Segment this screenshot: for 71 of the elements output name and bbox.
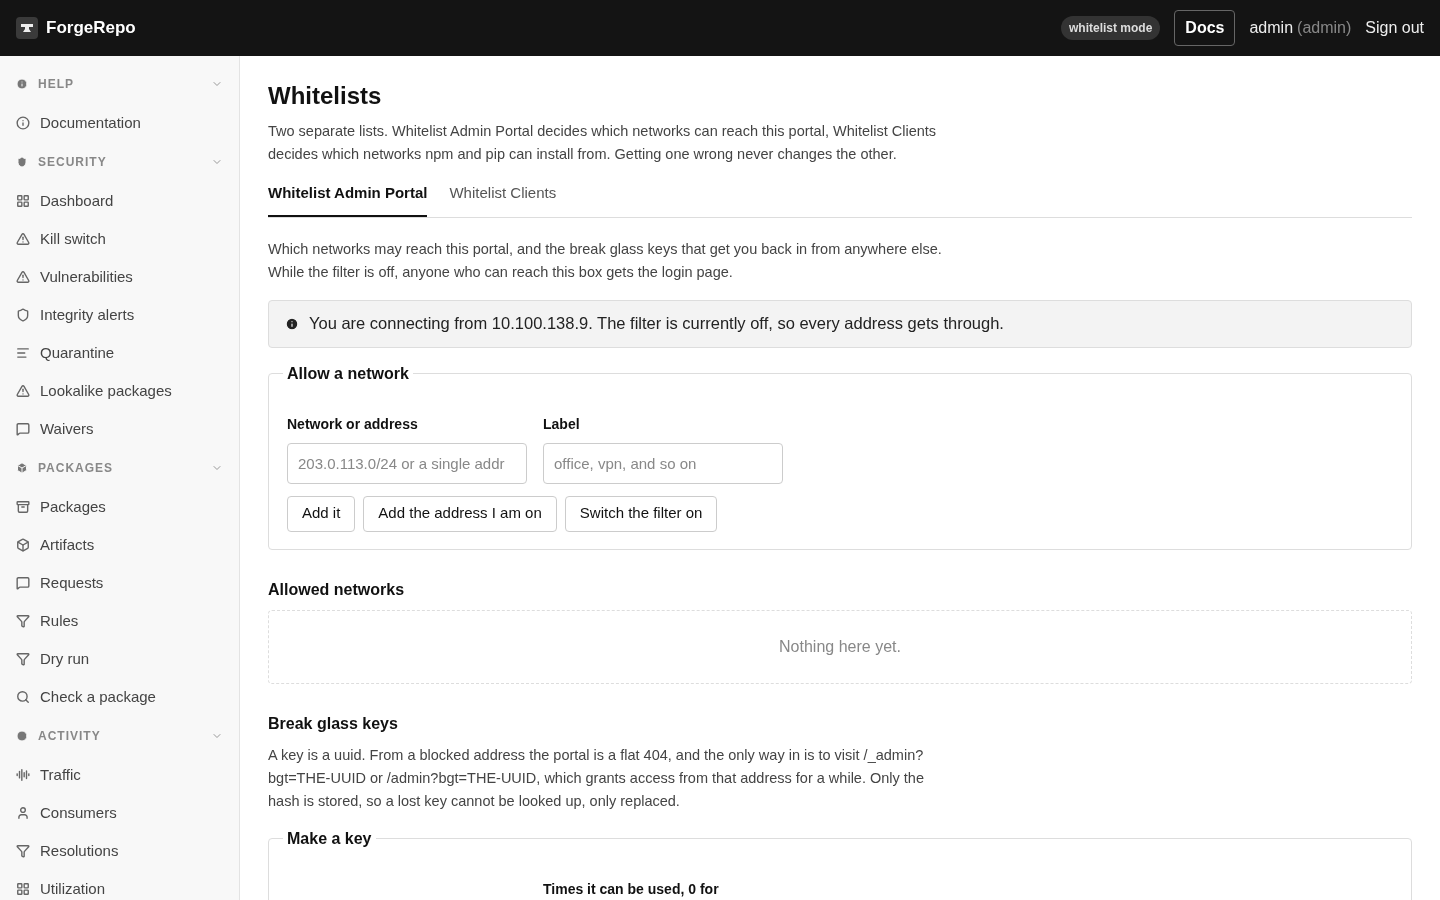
user-role: (admin) [1297, 18, 1352, 38]
tab[interactable]: Whitelist Clients [449, 182, 557, 217]
warning-icon [16, 384, 30, 398]
form-legend: Make a key [283, 826, 376, 851]
sidebar-item[interactable]: Rules [16, 602, 223, 640]
input-field[interactable]: 203.0.113.0/24 or a single addr [287, 442, 527, 484]
sidebar-item[interactable]: Vulnerabilities [16, 258, 223, 296]
sidebar-item[interactable]: Dry run [16, 640, 223, 678]
section-heading: Break glass keys [268, 713, 399, 734]
field-label: Label [543, 414, 581, 434]
sidebar-item[interactable]: Dashboard [16, 182, 223, 220]
sidebar-item[interactable]: Kill switch [16, 220, 223, 258]
sidebar-item[interactable]: Documentation [16, 104, 223, 142]
section-title: HELP [38, 76, 74, 93]
user-name: admin [1249, 18, 1294, 38]
sidebar-item[interactable]: Packages [16, 488, 223, 526]
mode-badge: whitelist mode [1061, 16, 1161, 40]
cube-icon [16, 462, 28, 474]
sidebar-item[interactable]: Utilization [16, 870, 223, 900]
comment-icon [16, 576, 30, 590]
sidebar-item[interactable]: Resolutions [16, 832, 223, 870]
empty-state: Nothing here yet. [268, 609, 1412, 684]
waveform-icon [16, 768, 30, 782]
sidebar-item[interactable]: Requests [16, 564, 223, 602]
docs-button[interactable]: Docs [1174, 10, 1236, 46]
cube-icon [16, 538, 30, 552]
sidebar-item[interactable]: Lookalike packages [16, 372, 223, 410]
field-label: Network or address [287, 414, 419, 434]
form-button[interactable]: Switch the filter on [564, 495, 718, 532]
comment-icon [16, 422, 30, 436]
sidebar-item[interactable]: Check a package [16, 678, 223, 716]
lines-icon [16, 346, 30, 360]
page-title: Whitelists [268, 81, 383, 111]
keys-description: A key is a uuid. From a blocked address the portal is a flat 404, and the only way in is to visit /_admin?bgt=THE-UUID or /admin?bgt=THE-UUID, which grants access from that address for a while. Only the hash is stored, so a lost key cannot be looked up, only replaced. [268, 745, 925, 811]
banner-text: You are connecting from 10.100.138.9. The filter is currently off, so every address gets through. [309, 313, 1004, 335]
warning-icon [16, 270, 30, 284]
warning-icon [16, 232, 30, 246]
filter-icon [16, 844, 30, 858]
info-icon [16, 116, 30, 130]
section-title: PACKAGES [38, 460, 114, 477]
section-title: SECURITY [38, 154, 107, 171]
grid-icon [16, 194, 30, 208]
brand-name[interactable]: ForgeRepo [46, 15, 136, 41]
user-icon [16, 806, 30, 820]
shield-icon [16, 156, 28, 168]
anvil-icon [16, 17, 38, 39]
archive-icon [16, 500, 30, 514]
section-heading: Allowed networks [268, 579, 406, 600]
shield-icon [16, 308, 30, 322]
field-label: Times it can be used, 0 for [543, 880, 719, 897]
sidebar-item[interactable]: Waivers [16, 410, 223, 448]
grid-icon [16, 882, 30, 896]
section-title: ACTIVITY [38, 728, 101, 745]
info-icon [16, 78, 28, 90]
search-icon [16, 690, 30, 704]
form-button[interactable]: Add the address I am on [363, 495, 557, 532]
tab-intro: Which networks may reach this portal, and the break glass keys that get you back in from anywhere else. While the filter is off, anyone who can reach this box gets the login page. [268, 239, 943, 282]
form-legend: Allow a network [283, 361, 413, 386]
sidebar-item[interactable]: Quarantine [16, 334, 223, 372]
sidebar-item[interactable]: Traffic [16, 756, 223, 794]
sidebar-item[interactable]: Integrity alerts [16, 296, 223, 334]
sidebar-item[interactable]: Consumers [16, 794, 223, 832]
filter-icon [16, 652, 30, 666]
sign-out-link[interactable]: Sign out [1365, 16, 1424, 40]
sidebar-item[interactable]: Artifacts [16, 526, 223, 564]
tab[interactable]: Whitelist Admin Portal [268, 182, 428, 217]
form-button[interactable]: Add it [287, 495, 356, 532]
info-icon [285, 316, 299, 331]
input-field[interactable]: office, vpn, and so on [543, 442, 783, 484]
page-intro: Two separate lists. Whitelist Admin Portal decides which networks can reach this portal, Whitelist Clients decides which networks npm and pip can install from. Getting one wrong never changes the other. [268, 122, 938, 164]
filter-icon [16, 614, 30, 628]
